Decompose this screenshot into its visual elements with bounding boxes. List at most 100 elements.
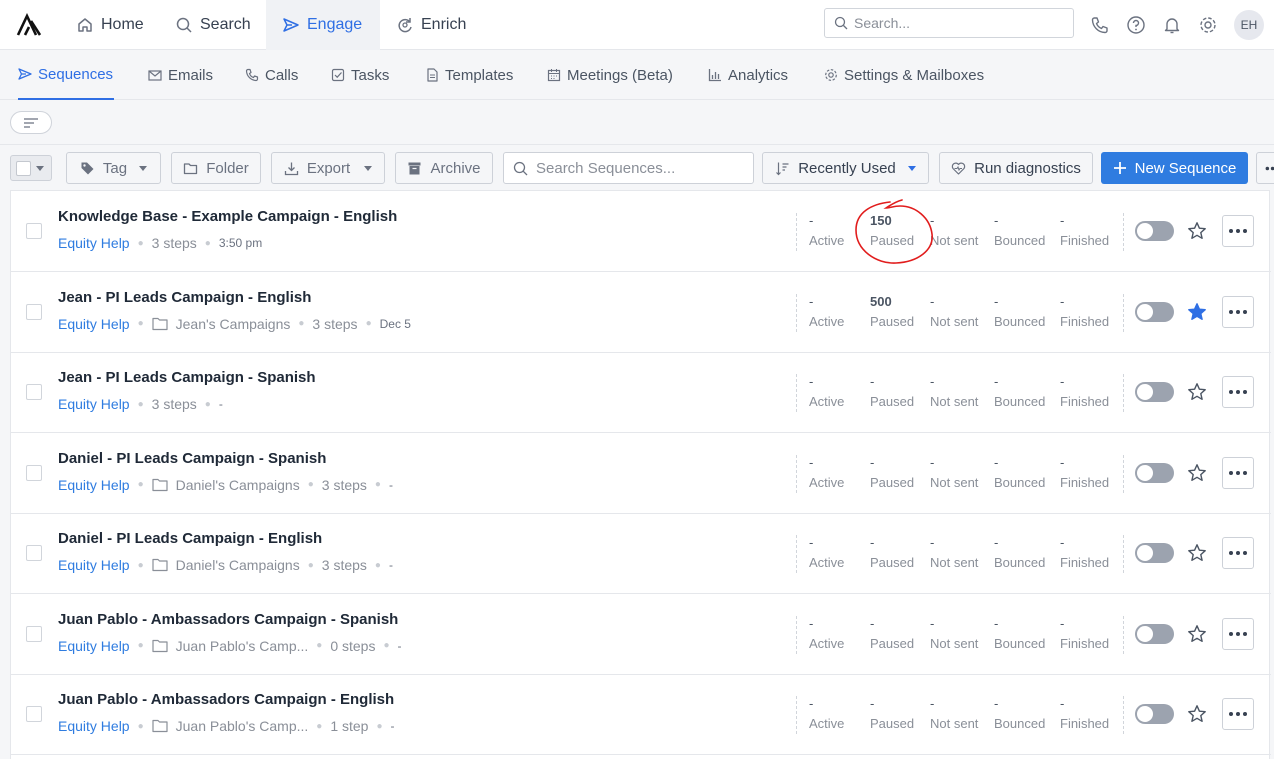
sequence-team-link[interactable]: Equity Help <box>58 235 130 251</box>
sequence-active-toggle[interactable] <box>1135 221 1174 241</box>
archive-button[interactable]: Archive <box>395 152 493 184</box>
sort-dropdown-label: Recently Used <box>798 159 896 177</box>
row-more-button[interactable] <box>1222 215 1254 247</box>
sequence-folder-label: Juan Pablo's Camp... <box>175 637 309 654</box>
nav-home[interactable]: Home <box>66 0 152 50</box>
select-all-box[interactable] <box>16 160 31 176</box>
export-button[interactable]: Export <box>271 152 385 184</box>
sort-dropdown[interactable]: Recently Used <box>762 152 929 184</box>
sequence-row[interactable]: Daniel - PI Leads Campaign - English Equ… <box>11 513 1271 594</box>
sequence-active-toggle[interactable] <box>1135 543 1174 563</box>
filter-toggle-button[interactable] <box>10 111 52 134</box>
row-checkbox[interactable] <box>26 384 42 400</box>
sequence-team-link[interactable]: Equity Help <box>58 477 130 493</box>
phone-icon[interactable] <box>1090 15 1110 35</box>
row-more-button[interactable] <box>1222 295 1254 328</box>
row-more-button[interactable] <box>1222 617 1254 650</box>
row-checkbox[interactable] <box>26 545 42 561</box>
sequence-row[interactable]: Jean - PI Leads Campaign - English Equit… <box>11 272 1271 353</box>
more-options-button[interactable] <box>1256 152 1274 184</box>
row-more-button[interactable] <box>1222 537 1254 569</box>
sequence-folder[interactable]: Juan Pablo's Camp... <box>152 718 308 734</box>
nav-search[interactable]: Search <box>166 0 258 50</box>
run-diagnostics-button[interactable]: Run diagnostics <box>939 152 1093 184</box>
sequence-folder[interactable]: Daniel's Campaigns <box>152 477 300 493</box>
tab-emails[interactable]: Emails <box>148 50 213 100</box>
row-more-button[interactable] <box>1222 456 1254 489</box>
row-checkbox[interactable] <box>26 706 42 722</box>
row-checkbox[interactable] <box>26 223 42 239</box>
star-icon[interactable] <box>1187 382 1207 402</box>
stat-value: - <box>809 535 814 550</box>
sequence-active-toggle[interactable] <box>1135 623 1174 644</box>
star-icon[interactable] <box>1187 463 1207 483</box>
gear-icon[interactable] <box>1198 15 1218 35</box>
sequence-active-toggle[interactable] <box>1135 382 1174 402</box>
sequence-active-toggle[interactable] <box>1135 462 1174 483</box>
nav-engage[interactable]: Engage <box>266 0 380 50</box>
tab-settings-mailboxes[interactable]: Settings & Mailboxes <box>824 50 984 100</box>
star-icon[interactable] <box>1187 704 1207 724</box>
row-more-button[interactable] <box>1222 376 1254 408</box>
sequence-row[interactable]: Juan Pablo - Ambassadors Campaign - Engl… <box>11 674 1271 755</box>
tab-tasks[interactable]: Tasks <box>331 50 389 100</box>
meta-separator: ● <box>374 479 381 490</box>
sequence-team-link[interactable]: Equity Help <box>58 316 130 332</box>
stat-value: - <box>870 535 875 550</box>
sequence-team-link[interactable]: Equity Help <box>58 557 130 573</box>
bell-icon[interactable] <box>1162 15 1182 35</box>
sequence-active-toggle[interactable] <box>1135 704 1174 724</box>
stat-finished: - Finished <box>1060 696 1109 731</box>
user-avatar[interactable]: EH <box>1234 10 1264 40</box>
global-search-input[interactable] <box>854 15 1054 31</box>
tab-analytics[interactable]: Analytics <box>708 50 788 100</box>
row-checkbox[interactable] <box>26 303 42 320</box>
tag-button[interactable]: Tag <box>66 152 161 184</box>
sequence-title[interactable]: Juan Pablo - Ambassadors Campaign - Engl… <box>58 691 394 708</box>
sequence-folder[interactable]: Daniel's Campaigns <box>152 557 300 573</box>
star-icon[interactable] <box>1187 543 1207 563</box>
stat-finished: - Finished <box>1060 213 1109 248</box>
sequence-title[interactable]: Daniel - PI Leads Campaign - English <box>58 530 322 547</box>
apollo-logo-icon[interactable] <box>16 13 42 37</box>
sequence-search-input[interactable] <box>536 159 746 177</box>
sequence-title[interactable]: Juan Pablo - Ambassadors Campaign - Span… <box>58 611 398 628</box>
sequence-row[interactable]: Jean - PI Leads Campaign - Spanish Equit… <box>11 352 1271 433</box>
nav-enrich[interactable]: Enrich <box>386 0 480 50</box>
sequence-active-toggle[interactable] <box>1135 301 1174 322</box>
meta-separator: ● <box>137 479 144 490</box>
row-checkbox[interactable] <box>26 625 42 642</box>
global-search[interactable] <box>824 8 1074 38</box>
dot <box>1236 229 1240 233</box>
star-icon[interactable] <box>1187 624 1207 644</box>
stats-divider <box>1123 615 1124 654</box>
select-all-checkbox[interactable] <box>10 155 52 181</box>
help-icon[interactable] <box>1126 15 1146 35</box>
tab-emails-label: Emails <box>168 66 214 84</box>
row-checkbox[interactable] <box>26 464 42 481</box>
star-icon[interactable] <box>1187 302 1207 322</box>
star-icon[interactable] <box>1187 221 1207 241</box>
new-sequence-button[interactable]: New Sequence <box>1101 152 1248 184</box>
sequence-folder[interactable]: Juan Pablo's Camp... <box>152 637 309 654</box>
tab-templates[interactable]: Templates <box>425 50 513 100</box>
sequence-row[interactable]: Juan Pablo - Ambassadors Campaign - Span… <box>11 594 1271 675</box>
sequence-team-link[interactable]: Equity Help <box>58 638 130 654</box>
sequence-row[interactable]: Daniel - PI Leads Campaign - Spanish Equ… <box>11 433 1271 514</box>
tab-meetings[interactable]: Meetings (Beta) <box>547 50 673 100</box>
sequence-search[interactable] <box>503 152 754 184</box>
stat-bounced: - Bounced <box>994 213 1045 248</box>
sequence-folder[interactable]: Jean's Campaigns <box>152 316 290 332</box>
sequence-row[interactable]: Knowledge Base - Example Campaign - Engl… <box>11 191 1271 272</box>
sequence-team-link[interactable]: Equity Help <box>58 718 130 734</box>
row-more-button[interactable] <box>1222 698 1254 730</box>
tab-sequences[interactable]: Sequences <box>18 50 114 100</box>
stat-not-sent: - Not sent <box>930 616 978 651</box>
folder-button[interactable]: Folder <box>171 152 261 184</box>
sequence-title[interactable]: Jean - PI Leads Campaign - Spanish <box>58 369 316 386</box>
sequence-title[interactable]: Jean - PI Leads Campaign - English <box>58 289 311 306</box>
sequence-title[interactable]: Knowledge Base - Example Campaign - Engl… <box>58 208 397 225</box>
tab-calls[interactable]: Calls <box>245 50 298 100</box>
sequence-team-link[interactable]: Equity Help <box>58 396 130 412</box>
sequence-title[interactable]: Daniel - PI Leads Campaign - Spanish <box>58 450 326 467</box>
